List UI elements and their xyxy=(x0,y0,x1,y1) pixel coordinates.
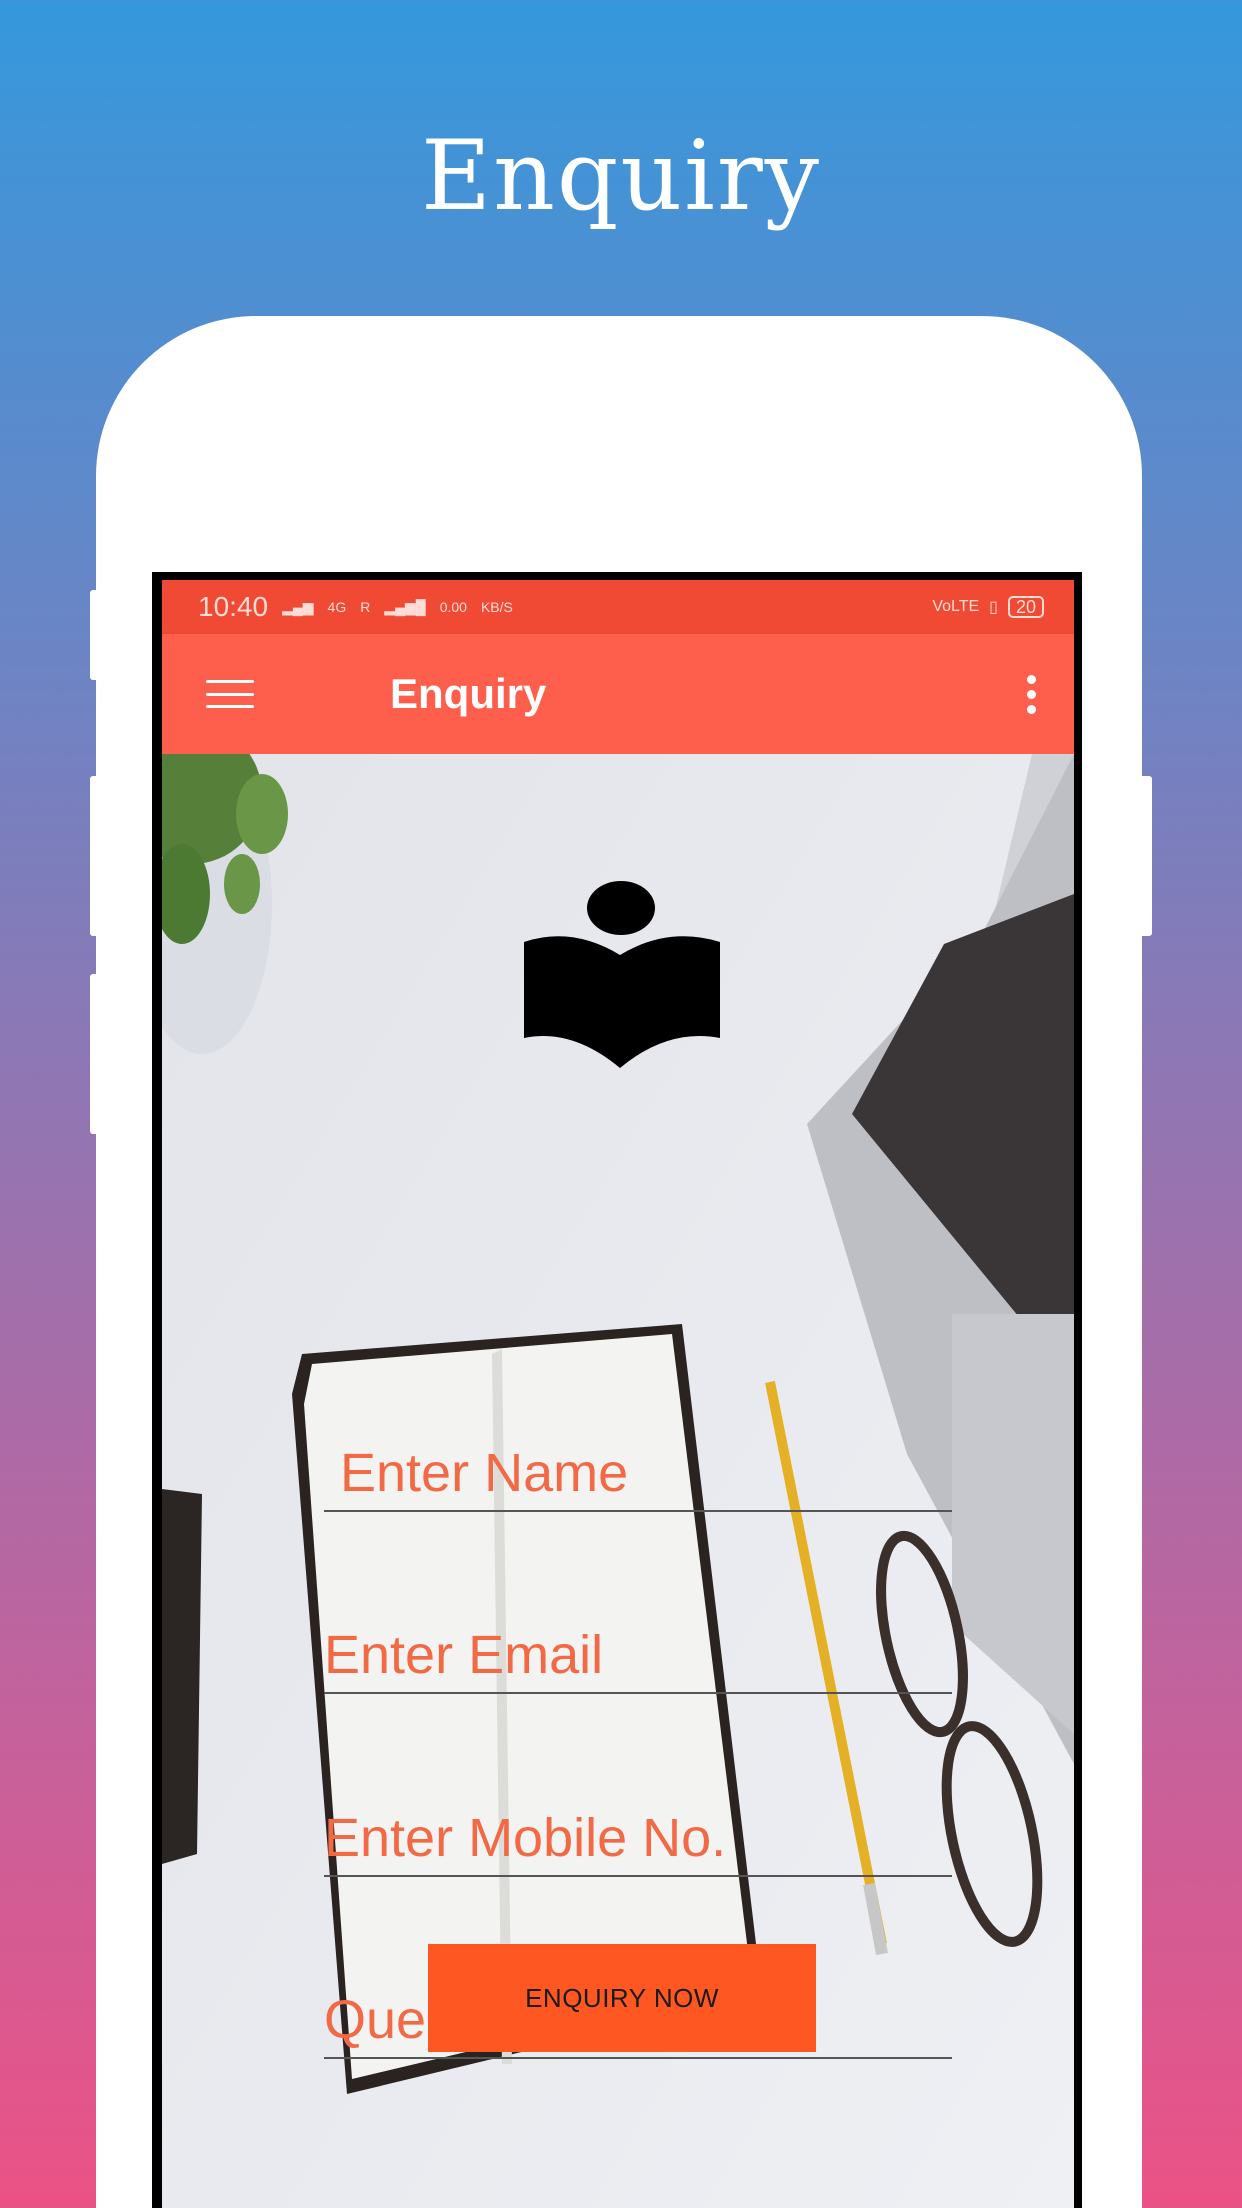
phone-screen: 10:40 ▂▄▆ 4G R ▂▄▆█ 0.00 KB/S VoLTE ▯ 20… xyxy=(152,572,1082,2208)
phone-side-button xyxy=(90,974,104,1134)
app-bar: Enquiry xyxy=(162,634,1074,754)
network-label: 4G xyxy=(327,599,347,615)
signal-icon: ▂▄▆█ xyxy=(384,599,426,615)
volte-label: VoLTE xyxy=(932,598,980,615)
hamburger-menu-icon[interactable] xyxy=(206,680,254,708)
more-vert-icon[interactable] xyxy=(1023,671,1040,718)
mobile-field[interactable]: Enter Mobile No. xyxy=(324,1797,952,1877)
phone-side-button xyxy=(90,590,104,680)
status-time: 10:40 xyxy=(198,591,269,622)
signal-icon: ▂▄▆ xyxy=(282,599,314,615)
reading-book-logo xyxy=(524,881,720,1068)
vibrate-icon: ▯ xyxy=(989,599,998,616)
promo-title: Enquiry xyxy=(420,120,821,232)
email-field-placeholder: Enter Email xyxy=(324,1625,604,1685)
status-bar: 10:40 ▂▄▆ 4G R ▂▄▆█ 0.00 KB/S VoLTE ▯ 20 xyxy=(162,580,1074,634)
name-field-placeholder: Enter Name xyxy=(340,1443,629,1503)
mobile-field-placeholder: Enter Mobile No. xyxy=(324,1808,727,1868)
enquiry-now-button[interactable]: ENQUIRY NOW xyxy=(428,1944,816,2052)
email-field[interactable]: Enter Email xyxy=(324,1614,952,1694)
roaming-label: R xyxy=(360,599,371,615)
speed-value: 0.00 xyxy=(439,599,467,615)
battery-icon: 20 xyxy=(1007,596,1044,618)
phone-side-button xyxy=(90,776,104,936)
phone-side-button xyxy=(1138,776,1152,936)
name-field[interactable]: Enter Name xyxy=(324,1432,952,1512)
speed-unit: KB/S xyxy=(480,599,513,615)
app-bar-title: Enquiry xyxy=(390,670,547,717)
